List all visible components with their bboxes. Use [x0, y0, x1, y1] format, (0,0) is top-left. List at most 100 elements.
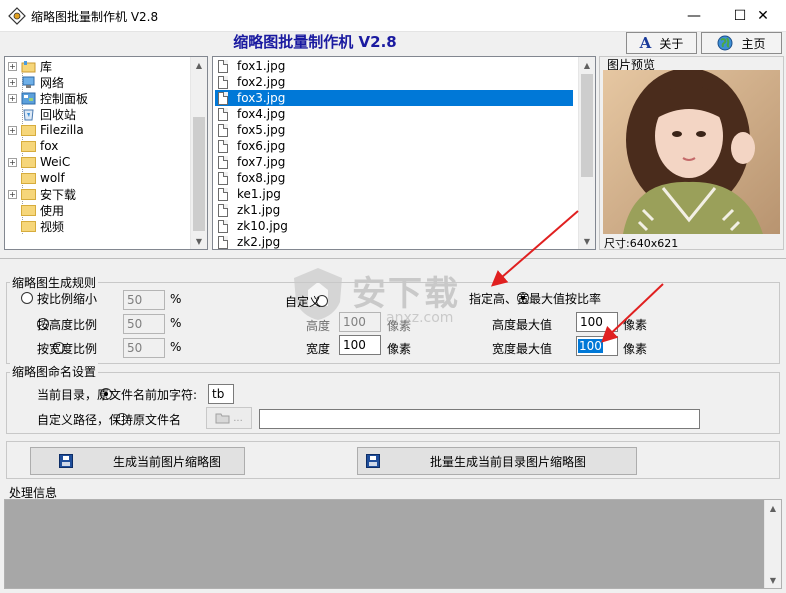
app-heading: 缩略图批量制作机 V2.8 — [233, 33, 397, 51]
file-item[interactable]: fox4.jpg — [215, 106, 573, 122]
tree-item-label: 安下载 — [40, 187, 77, 202]
file-item[interactable]: fox5.jpg — [215, 122, 573, 138]
close-icon: ✕ — [757, 7, 769, 24]
expand-icon[interactable]: + — [8, 93, 17, 103]
tree-scrollbar[interactable]: ▲ ▼ — [190, 57, 207, 249]
scale-label[interactable]: 按比例缩小 — [37, 290, 97, 307]
file-icon — [218, 155, 228, 169]
file-item[interactable]: fox7.jpg — [215, 154, 573, 170]
log-scrollbar[interactable]: ▲ ▼ — [764, 500, 781, 588]
expand-icon[interactable]: + — [8, 189, 17, 199]
file-item[interactable]: fox1.jpg — [215, 58, 573, 74]
scroll-thumb[interactable] — [193, 117, 205, 231]
file-list-scrollbar[interactable]: ▲ ▼ — [578, 57, 595, 249]
file-item[interactable]: zk10.jpg — [215, 218, 573, 234]
max-width-label: 宽度最大值 — [492, 342, 553, 356]
max-width-input[interactable]: 100 — [576, 336, 618, 356]
separator — [0, 258, 786, 259]
file-item[interactable]: ke1.jpg — [215, 186, 573, 202]
expand-icon[interactable]: + — [8, 125, 17, 135]
library-icon — [21, 60, 36, 72]
file-name: fox4.jpg — [237, 107, 286, 121]
by-width-input[interactable]: 50 — [123, 338, 165, 358]
custom-width-unit: 像素 — [387, 342, 412, 356]
current-dir-label[interactable]: 当前目录，原文件名前加字符: — [37, 386, 197, 403]
max-height-unit: 像素 — [623, 318, 648, 332]
scroll-thumb[interactable] — [581, 74, 593, 177]
file-icon — [218, 203, 228, 217]
tree-item[interactable]: + 网络 — [8, 74, 64, 90]
file-name: fox7.jpg — [237, 155, 286, 169]
file-item[interactable]: fox6.jpg — [215, 138, 573, 154]
path-input[interactable] — [259, 409, 700, 429]
batch-generate-button[interactable]: 批量生成当前目录图片缩略图 — [357, 447, 637, 475]
batch-generate-label: 批量生成当前目录图片缩略图 — [430, 454, 587, 469]
max-height-input[interactable]: 100 — [576, 312, 618, 332]
custom-height-unit: 像素 — [387, 319, 412, 333]
save-icon — [366, 454, 380, 468]
scroll-up-icon[interactable]: ▲ — [765, 500, 781, 516]
tree-item[interactable]: 使用 — [21, 202, 64, 218]
tree-item[interactable]: + 控制面板 — [8, 90, 88, 106]
scroll-down-icon[interactable]: ▼ — [765, 572, 781, 588]
by-width-label[interactable]: 按宽度比例 — [37, 340, 97, 357]
folder-tree[interactable]: + 库 + 网络 + 控制面板 回收站 + Filezilla fox + We… — [4, 56, 208, 250]
minimize-button[interactable]: — — [671, 0, 717, 31]
file-icon — [218, 219, 228, 233]
by-height-unit: % — [170, 316, 182, 330]
file-item[interactable]: fox8.jpg — [215, 170, 573, 186]
max-label[interactable]: 指定高、宽最大值按比率 — [469, 290, 601, 307]
home-button[interactable]: 主页 — [701, 32, 782, 54]
max-height-label: 高度最大值 — [492, 318, 553, 332]
file-name: fox6.jpg — [237, 139, 286, 153]
file-name: fox5.jpg — [237, 123, 286, 137]
scale-input[interactable]: 50 — [123, 290, 165, 310]
custom-height-label: 高度 — [306, 319, 331, 333]
log-area[interactable]: ▲ ▼ — [4, 499, 782, 589]
file-item-selected[interactable]: fox3.jpg — [215, 90, 573, 106]
by-height-input[interactable]: 50 — [123, 314, 165, 334]
by-height-label[interactable]: 按高度比例 — [37, 316, 97, 333]
file-item[interactable]: fox2.jpg — [215, 74, 573, 90]
expand-icon[interactable]: + — [8, 61, 17, 71]
tree-item[interactable]: wolf — [21, 170, 65, 186]
generate-current-button[interactable]: 生成当前图片缩略图 — [30, 447, 245, 475]
folder-icon — [21, 156, 36, 168]
scroll-up-icon[interactable]: ▲ — [579, 57, 595, 73]
file-list[interactable]: fox1.jpg fox2.jpg fox3.jpg fox4.jpg fox5… — [212, 56, 596, 250]
file-item[interactable]: zk2.jpg — [215, 234, 573, 249]
file-name: ke1.jpg — [237, 187, 281, 201]
browse-button[interactable]: ... — [206, 407, 252, 429]
folder-icon — [21, 124, 36, 136]
tree-item[interactable]: + Filezilla — [8, 122, 84, 138]
custom-width-input[interactable]: 100 — [339, 335, 381, 355]
prefix-input[interactable]: tb — [208, 384, 234, 404]
custom-label[interactable]: 自定义 — [285, 293, 321, 310]
expand-icon[interactable]: + — [8, 157, 17, 167]
file-item[interactable]: zk1.jpg — [215, 202, 573, 218]
browse-label: ... — [233, 412, 243, 424]
custom-width-label: 宽度 — [306, 342, 331, 356]
expand-icon[interactable]: + — [8, 77, 17, 87]
scroll-down-icon[interactable]: ▼ — [579, 233, 595, 249]
custom-path-label[interactable]: 自定义路径，保持原文件名 — [37, 411, 181, 428]
about-button[interactable]: A 关于 — [626, 32, 697, 54]
tree-item[interactable]: + 库 — [8, 58, 52, 74]
close-button[interactable]: ✕ — [740, 0, 786, 31]
scroll-up-icon[interactable]: ▲ — [191, 57, 207, 73]
tree-item[interactable]: + 安下载 — [8, 186, 76, 202]
custom-height-input[interactable]: 100 — [339, 312, 381, 332]
file-icon — [218, 59, 228, 73]
scroll-down-icon[interactable]: ▼ — [191, 233, 207, 249]
scale-radio[interactable] — [21, 292, 33, 304]
tree-item[interactable]: 视频 — [21, 218, 64, 234]
file-name: fox2.jpg — [237, 75, 286, 89]
max-width-unit: 像素 — [623, 342, 648, 356]
tree-item[interactable]: fox — [21, 138, 58, 154]
tree-item[interactable]: + WeiC — [8, 154, 70, 170]
file-icon — [218, 139, 228, 153]
file-rows: fox1.jpg fox2.jpg fox3.jpg fox4.jpg fox5… — [213, 58, 577, 249]
tree-item[interactable]: 回收站 — [21, 106, 76, 122]
file-icon — [218, 187, 228, 201]
minimize-icon: — — [687, 7, 701, 24]
